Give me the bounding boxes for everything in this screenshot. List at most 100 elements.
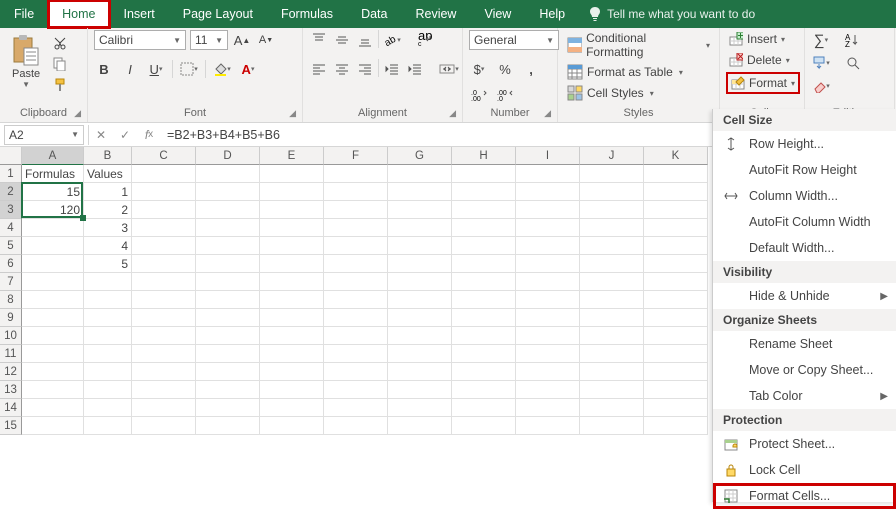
cell[interactable]: [516, 201, 580, 219]
cell[interactable]: [132, 183, 196, 201]
merge-center-button[interactable]: ▾: [439, 59, 459, 79]
dialog-launcher-icon[interactable]: ◢: [544, 108, 551, 119]
cell[interactable]: [644, 273, 708, 291]
cell[interactable]: [388, 399, 452, 417]
cell[interactable]: [324, 399, 388, 417]
fill-color-button[interactable]: ▾: [212, 59, 232, 79]
tab-data[interactable]: Data: [347, 0, 401, 28]
cell[interactable]: [644, 255, 708, 273]
menu-tab-color[interactable]: Tab Color▶: [713, 383, 896, 409]
cell[interactable]: [132, 381, 196, 399]
cell[interactable]: [22, 417, 84, 435]
font-color-button[interactable]: A▾: [238, 59, 258, 79]
cell[interactable]: [84, 417, 132, 435]
cell[interactable]: [644, 363, 708, 381]
cell[interactable]: [196, 165, 260, 183]
cell[interactable]: [580, 183, 644, 201]
sort-filter-button[interactable]: AZ: [843, 30, 863, 50]
clear-button[interactable]: ▾: [811, 76, 831, 96]
row-header[interactable]: 2: [0, 183, 22, 201]
cell[interactable]: 120: [22, 201, 84, 219]
cell[interactable]: [132, 201, 196, 219]
menu-rename-sheet[interactable]: Rename Sheet: [713, 331, 896, 357]
cell[interactable]: [324, 327, 388, 345]
cell[interactable]: [580, 201, 644, 219]
cell[interactable]: [196, 237, 260, 255]
align-center-button[interactable]: [332, 59, 352, 79]
cell[interactable]: [22, 399, 84, 417]
find-select-button[interactable]: [843, 53, 863, 73]
cell[interactable]: [516, 219, 580, 237]
fill-button[interactable]: ▾: [811, 53, 831, 73]
cell-styles-button[interactable]: Cell Styles▾: [564, 84, 713, 102]
align-bottom-button[interactable]: [355, 30, 375, 50]
cell[interactable]: Values: [84, 165, 132, 183]
cell[interactable]: [452, 183, 516, 201]
cell[interactable]: [452, 381, 516, 399]
cell[interactable]: [196, 309, 260, 327]
cell[interactable]: [516, 237, 580, 255]
cell[interactable]: [84, 273, 132, 291]
cell[interactable]: [516, 291, 580, 309]
cell[interactable]: [388, 327, 452, 345]
cell[interactable]: [516, 309, 580, 327]
cell[interactable]: [452, 273, 516, 291]
column-header[interactable]: A: [22, 147, 84, 165]
cell[interactable]: [196, 327, 260, 345]
cell[interactable]: [196, 201, 260, 219]
cell[interactable]: [516, 273, 580, 291]
cell[interactable]: [84, 327, 132, 345]
cell[interactable]: [196, 273, 260, 291]
column-header[interactable]: H: [452, 147, 516, 165]
cell[interactable]: [196, 399, 260, 417]
cell[interactable]: [388, 363, 452, 381]
row-header[interactable]: 7: [0, 273, 22, 291]
cell[interactable]: [644, 327, 708, 345]
cell[interactable]: [452, 255, 516, 273]
cell[interactable]: [324, 273, 388, 291]
increase-indent-button[interactable]: [405, 59, 425, 79]
cell[interactable]: [132, 363, 196, 381]
accounting-format-button[interactable]: $▾: [469, 59, 489, 79]
cell[interactable]: [580, 345, 644, 363]
cell[interactable]: [580, 219, 644, 237]
cell[interactable]: [132, 309, 196, 327]
font-name-combo[interactable]: Calibri▼: [94, 30, 186, 50]
menu-hide-unhide[interactable]: Hide & Unhide▶: [713, 283, 896, 309]
shrink-font-button[interactable]: A▼: [256, 30, 276, 50]
cell[interactable]: [324, 255, 388, 273]
cell[interactable]: [84, 381, 132, 399]
cell[interactable]: 3: [84, 219, 132, 237]
align-right-button[interactable]: [355, 59, 375, 79]
column-header[interactable]: K: [644, 147, 708, 165]
cell[interactable]: [388, 417, 452, 435]
cell[interactable]: [644, 201, 708, 219]
cell[interactable]: [452, 417, 516, 435]
column-header[interactable]: I: [516, 147, 580, 165]
cell[interactable]: [388, 201, 452, 219]
cell[interactable]: [260, 237, 324, 255]
delete-cells-button[interactable]: Delete▾: [726, 51, 800, 69]
align-left-button[interactable]: [309, 59, 329, 79]
tab-view[interactable]: View: [470, 0, 525, 28]
cell[interactable]: [388, 165, 452, 183]
cell[interactable]: [196, 417, 260, 435]
underline-button[interactable]: U▾: [146, 59, 166, 79]
column-header[interactable]: B: [84, 147, 132, 165]
cell[interactable]: [132, 417, 196, 435]
menu-move-copy-sheet[interactable]: Move or Copy Sheet...: [713, 357, 896, 383]
conditional-formatting-button[interactable]: Conditional Formatting▾: [564, 30, 713, 60]
column-header[interactable]: G: [388, 147, 452, 165]
cell[interactable]: [22, 327, 84, 345]
cell[interactable]: [452, 201, 516, 219]
cell[interactable]: Formulas: [22, 165, 84, 183]
cell[interactable]: [84, 309, 132, 327]
align-top-button[interactable]: [309, 30, 329, 50]
row-header[interactable]: 15: [0, 417, 22, 435]
menu-autofit-col-width[interactable]: AutoFit Column Width: [713, 209, 896, 235]
row-header[interactable]: 5: [0, 237, 22, 255]
column-header[interactable]: C: [132, 147, 196, 165]
insert-function-button[interactable]: fx: [137, 124, 161, 146]
cell[interactable]: [22, 309, 84, 327]
cell[interactable]: [516, 345, 580, 363]
